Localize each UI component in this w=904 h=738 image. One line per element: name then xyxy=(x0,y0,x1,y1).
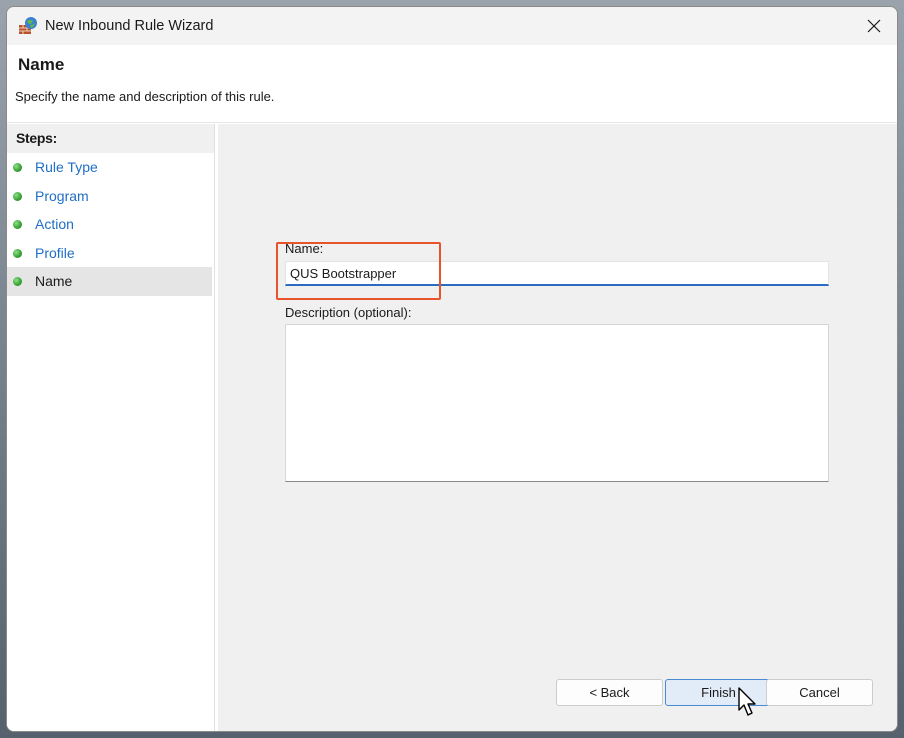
content-area: Name: Description (optional): < Back Fin… xyxy=(218,124,897,731)
wizard-window: New Inbound Rule Wizard Name Specify the… xyxy=(6,6,898,732)
step-program[interactable]: Program xyxy=(7,182,214,211)
name-input[interactable] xyxy=(285,261,829,286)
description-label: Description (optional): xyxy=(285,305,412,320)
description-textarea[interactable] xyxy=(285,324,829,482)
step-profile[interactable]: Profile xyxy=(7,239,214,268)
green-dot-icon xyxy=(13,191,22,201)
step-label: Rule Type xyxy=(35,159,98,175)
back-button[interactable]: < Back xyxy=(556,679,663,706)
window-title: New Inbound Rule Wizard xyxy=(45,18,214,34)
title-bar: New Inbound Rule Wizard xyxy=(7,7,897,45)
steps-panel: Steps: Rule Type Program Action Profile … xyxy=(7,124,215,731)
step-label: Program xyxy=(35,187,89,204)
green-dot-icon xyxy=(13,220,22,230)
step-label: Name xyxy=(35,273,73,290)
page-description: Specify the name and description of this… xyxy=(15,89,275,104)
step-name[interactable]: Name xyxy=(7,267,212,296)
step-rule-type[interactable]: Rule Type xyxy=(7,153,214,182)
cancel-button[interactable]: Cancel xyxy=(766,679,873,706)
name-label: Name: xyxy=(285,241,324,256)
wizard-header: Name Specify the name and description of… xyxy=(7,45,897,123)
page-title: Name xyxy=(18,55,65,74)
close-icon xyxy=(867,19,881,33)
steps-heading: Steps: xyxy=(7,124,214,153)
green-dot-icon xyxy=(13,163,22,172)
step-label: Profile xyxy=(35,244,75,261)
close-button[interactable] xyxy=(851,7,897,45)
finish-button[interactable]: Finish xyxy=(665,679,772,706)
step-label: Action xyxy=(35,216,74,233)
step-action[interactable]: Action xyxy=(7,210,214,239)
green-dot-icon xyxy=(13,277,22,287)
green-dot-icon xyxy=(13,248,22,258)
firewall-icon xyxy=(19,17,37,34)
